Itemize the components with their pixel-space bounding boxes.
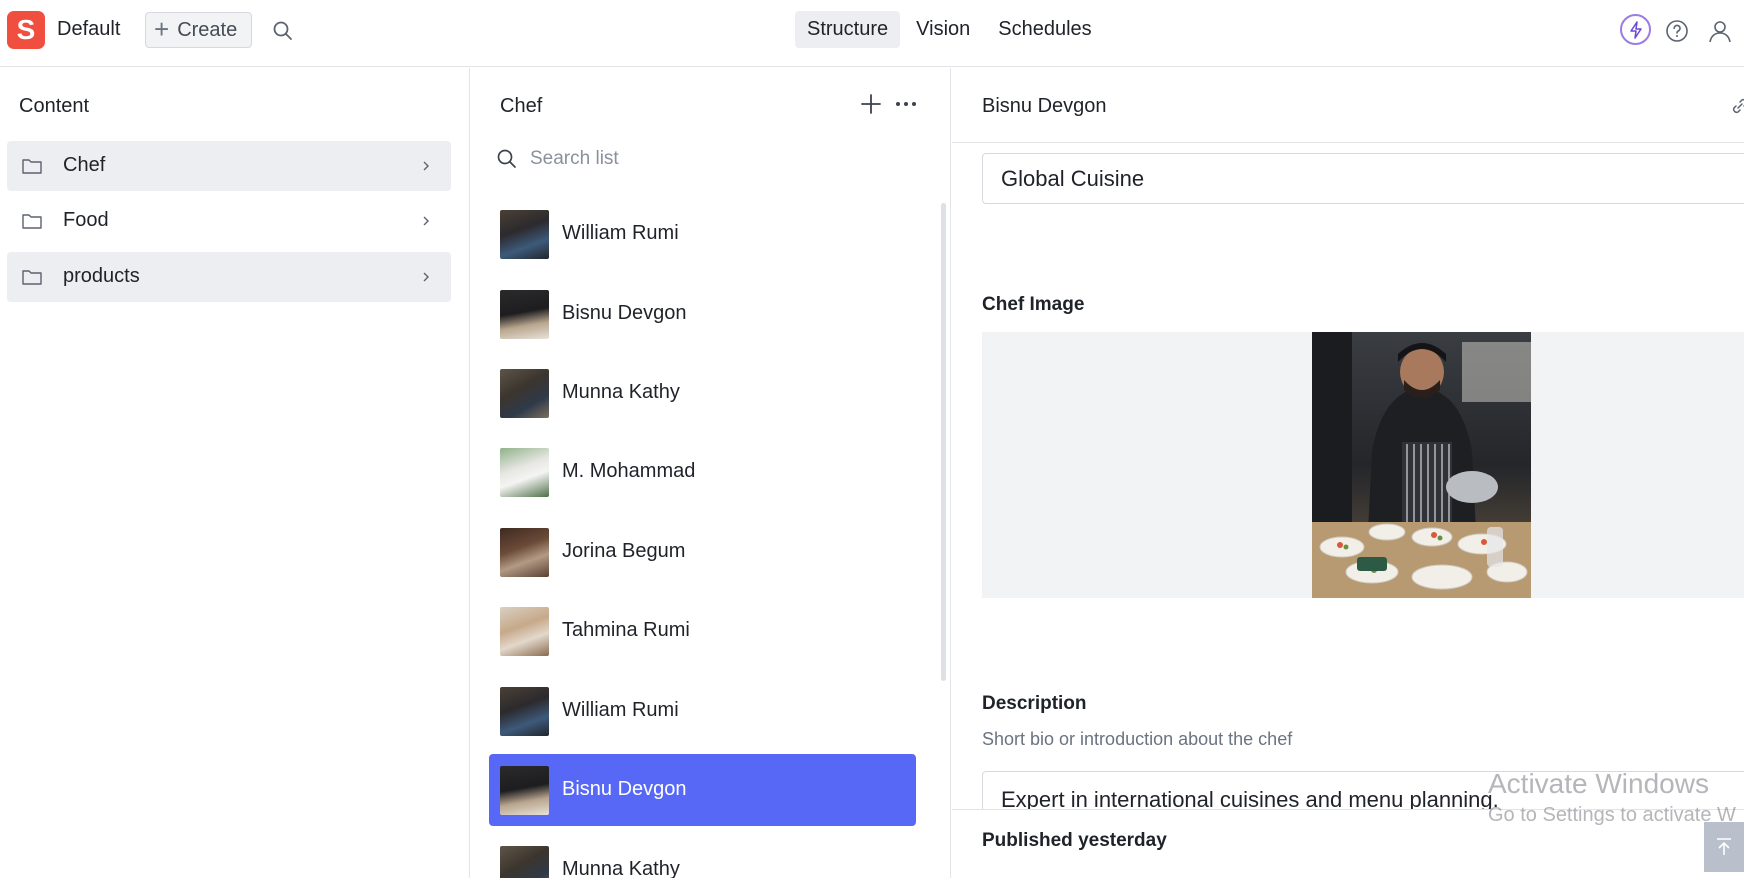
search-input[interactable]: Search list (530, 148, 619, 170)
arrow-up-icon (1717, 838, 1731, 855)
chevron-right-icon (423, 161, 429, 171)
top-bar: S Default + Create Structure Vision Sche… (0, 0, 1744, 67)
user-icon[interactable] (1704, 15, 1736, 47)
search-icon (497, 149, 516, 168)
folder-icon (22, 214, 42, 229)
list-item-name: Bisnu Devgon (562, 302, 687, 324)
chef-thumbnail (500, 210, 549, 259)
chef-image-field[interactable] (982, 332, 1744, 598)
bolt-icon[interactable] (1620, 14, 1651, 45)
tab-schedules[interactable]: Schedules (986, 11, 1103, 48)
chef-pane-title: Chef (500, 95, 543, 117)
create-button[interactable]: + Create (145, 12, 252, 48)
list-scrollbar[interactable] (941, 203, 946, 681)
document-pane: Bisnu Devgon Global Cuisine Chef Image D… (952, 68, 1744, 878)
create-label: Create (177, 18, 238, 41)
specialty-field[interactable]: Global Cuisine (982, 153, 1744, 204)
chevron-right-icon (423, 272, 429, 282)
watermark-line-2: Go to Settings to activate W (1488, 804, 1736, 827)
document-header: Bisnu Devgon (952, 68, 1744, 143)
plus-icon (861, 94, 881, 114)
app-logo[interactable]: S (7, 11, 45, 49)
folder-icon (22, 159, 42, 174)
list-item[interactable]: William Rumi (489, 675, 916, 747)
content-item-products[interactable]: products (7, 252, 451, 302)
content-item-label: Food (63, 209, 109, 231)
list-item-name: M. Mohammad (562, 460, 696, 482)
ellipsis-icon (896, 102, 916, 106)
content-pane: Content Chef Food products (0, 68, 470, 878)
publish-status: Published yesterday (982, 830, 1167, 851)
help-icon[interactable] (1661, 15, 1693, 47)
list-item-selected[interactable]: Bisnu Devgon (489, 754, 916, 826)
folder-icon (22, 270, 42, 285)
content-item-label: products (63, 265, 140, 287)
chef-image-label: Chef Image (982, 294, 1085, 315)
chef-thumbnail (500, 687, 549, 736)
list-item-name: William Rumi (562, 222, 679, 244)
list-item[interactable]: M. Mohammad (489, 436, 916, 508)
list-item-name: William Rumi (562, 699, 679, 721)
chef-thumbnail (500, 846, 549, 878)
chevron-right-icon (423, 216, 429, 226)
description-help: Short bio or introduction about the chef (982, 729, 1293, 749)
list-item-name: Jorina Begum (562, 540, 686, 562)
list-item[interactable]: Munna Kathy (489, 357, 916, 429)
more-options-button[interactable] (893, 92, 919, 116)
chef-image (1312, 332, 1531, 598)
chef-thumbnail (500, 448, 549, 497)
chef-thumbnail (500, 766, 549, 815)
description-label: Description (982, 693, 1087, 714)
list-item[interactable]: Tahmina Rumi (489, 595, 916, 667)
main-nav: Structure Vision Schedules (795, 11, 1104, 48)
chef-list-pane: Chef Search list William Rumi Bisnu Devg… (471, 68, 951, 878)
activation-watermark: Activate Windows Go to Settings to activ… (1488, 766, 1736, 828)
link-icon[interactable] (1730, 96, 1744, 116)
chef-thumbnail (500, 528, 549, 577)
watermark-line-1: Activate Windows (1488, 768, 1709, 799)
content-item-food[interactable]: Food (7, 196, 451, 246)
chef-thumbnail (500, 369, 549, 418)
workspace-name[interactable]: Default (57, 18, 120, 41)
list-item[interactable]: Bisnu Devgon (489, 278, 916, 350)
content-item-label: Chef (63, 154, 106, 176)
tab-structure[interactable]: Structure (795, 11, 901, 48)
list-item[interactable]: William Rumi (489, 198, 916, 270)
search-icon[interactable] (271, 19, 295, 43)
list-item-name: Munna Kathy (562, 858, 680, 878)
content-pane-title: Content (19, 95, 90, 117)
tab-vision[interactable]: Vision (904, 11, 982, 48)
list-search[interactable]: Search list (496, 148, 619, 170)
list-item[interactable]: Munna Kathy (489, 834, 916, 878)
list-item[interactable]: Jorina Begum (489, 516, 916, 588)
chef-thumbnail (500, 607, 549, 656)
list-item-name: Munna Kathy (562, 381, 680, 403)
list-item-name: Tahmina Rumi (562, 619, 690, 641)
list-item-name: Bisnu Devgon (562, 778, 687, 800)
content-item-chef[interactable]: Chef (7, 141, 451, 191)
scroll-to-top-button[interactable] (1704, 822, 1744, 872)
document-title: Bisnu Devgon (982, 95, 1107, 117)
add-document-button[interactable] (859, 92, 883, 116)
chef-thumbnail (500, 290, 549, 339)
plus-icon: + (154, 14, 170, 44)
